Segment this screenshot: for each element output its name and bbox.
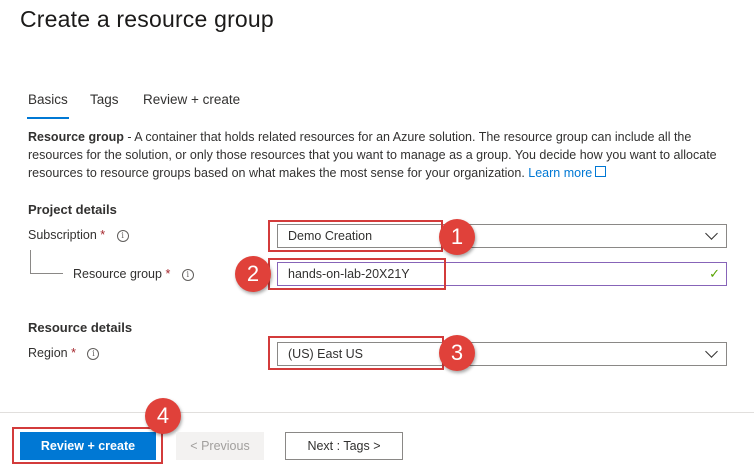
tree-connector-vertical	[30, 250, 31, 273]
tree-connector-horizontal	[30, 273, 63, 274]
resource-details-heading: Resource details	[28, 320, 133, 335]
checkmark-icon: ✓	[709, 266, 720, 281]
info-icon[interactable]: i	[116, 230, 129, 242]
annotation-box-2	[268, 258, 446, 290]
region-label: Region * i	[28, 346, 100, 360]
tab-tags[interactable]: Tags	[90, 92, 119, 107]
tab-basics[interactable]: Basics	[28, 92, 68, 107]
annotation-badge-3: 3	[439, 335, 475, 371]
info-icon[interactable]: i	[181, 269, 194, 281]
chevron-down-icon	[705, 345, 718, 358]
description-term: Resource group	[28, 130, 124, 144]
resource-group-label: Resource group * i	[73, 267, 194, 281]
required-marker: *	[100, 228, 106, 242]
next-tags-button[interactable]: Next : Tags >	[285, 432, 403, 460]
page-title: Create a resource group	[20, 6, 274, 32]
annotation-box-3	[268, 336, 444, 370]
annotation-badge-4: 4	[145, 398, 181, 434]
project-details-heading: Project details	[28, 202, 117, 217]
learn-more-label: Learn more	[528, 166, 593, 180]
footer-divider	[0, 412, 754, 413]
tab-review-create[interactable]: Review + create	[143, 92, 240, 107]
annotation-box-4	[12, 427, 163, 464]
region-label-text: Region	[28, 346, 68, 360]
learn-more-link[interactable]: Learn more	[528, 166, 607, 180]
required-marker: *	[165, 267, 171, 281]
info-icon[interactable]: i	[87, 348, 100, 360]
external-link-icon	[595, 166, 607, 177]
annotation-badge-1: 1	[439, 219, 475, 255]
annotation-box-1	[268, 220, 443, 252]
resource-group-description: Resource group - A container that holds …	[28, 128, 728, 182]
resource-group-label-text: Resource group	[73, 267, 162, 281]
annotation-badge-2: 2	[235, 256, 271, 292]
active-tab-indicator	[27, 117, 69, 119]
required-marker: *	[71, 346, 76, 360]
description-text: - A container that holds related resourc…	[28, 130, 717, 180]
previous-button[interactable]: < Previous	[176, 432, 264, 460]
subscription-label: Subscription * i	[28, 228, 129, 242]
subscription-label-text: Subscription	[28, 228, 97, 242]
chevron-down-icon	[705, 227, 718, 240]
